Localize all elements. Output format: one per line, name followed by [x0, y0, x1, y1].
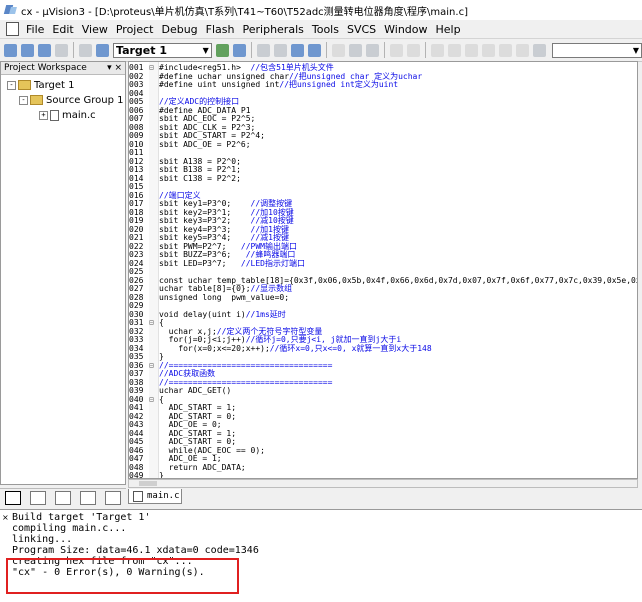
menu-file[interactable]: File — [22, 23, 48, 36]
bookmark-icon[interactable] — [464, 43, 478, 57]
output-line: Build target 'Target 1' — [12, 512, 151, 523]
build-icon[interactable] — [21, 43, 34, 57]
tree-item-label: main.c — [62, 109, 96, 121]
prev-bookmark-icon[interactable] — [481, 43, 495, 57]
open-file-icon[interactable] — [273, 43, 287, 57]
window-titlebar: cx - µVision3 - [D:\proteus\单片机仿真\T系列\T4… — [0, 0, 642, 20]
clear-bookmarks-icon[interactable] — [515, 43, 529, 57]
c-file-icon — [50, 109, 59, 121]
functions-tab-icon[interactable] — [80, 491, 97, 505]
project-workspace: Project Workspace ▾ × - Target 1 - Sourc… — [0, 61, 126, 485]
books-tab-icon[interactable] — [54, 491, 71, 505]
uvision-logo-icon — [5, 4, 17, 16]
file-tab-label: main.c — [147, 491, 180, 501]
registers-tab-icon[interactable] — [29, 491, 46, 505]
file-tab-main-c[interactable]: main.c — [128, 489, 182, 504]
scrollbar-thumb[interactable] — [139, 481, 157, 486]
output-line: Program Size: data=46.1 xdata=0 code=134… — [12, 545, 259, 556]
cut-icon[interactable] — [331, 43, 345, 57]
copy-icon[interactable] — [348, 43, 362, 57]
toolbar-separator — [325, 42, 327, 58]
target-select[interactable]: Target 1 ▼ — [113, 42, 212, 58]
new-file-icon[interactable] — [256, 43, 270, 57]
menu-debug[interactable]: Debug — [157, 23, 201, 36]
collapse-icon[interactable]: - — [7, 80, 16, 90]
target-folder-icon — [18, 80, 31, 90]
find-in-files-icon[interactable] — [532, 43, 546, 57]
collapse-icon[interactable]: - — [19, 95, 28, 105]
toolbar-separator — [73, 42, 74, 58]
editor-horizontal-scrollbar[interactable] — [128, 479, 638, 488]
file-icon — [133, 490, 143, 502]
redo-icon[interactable] — [406, 43, 420, 57]
workspace-tabs — [0, 488, 126, 507]
save-icon[interactable] — [290, 43, 304, 57]
output-line: linking... — [12, 534, 73, 545]
menu-view[interactable]: View — [78, 23, 112, 36]
highlight-box — [6, 558, 239, 594]
menu-help[interactable]: Help — [432, 23, 465, 36]
expand-icon[interactable]: + — [39, 110, 48, 120]
files-tab-icon[interactable] — [4, 491, 21, 505]
tree-item-target[interactable]: - Target 1 — [7, 78, 74, 92]
output-close-icon[interactable]: × — [2, 513, 9, 522]
undo-icon[interactable] — [389, 43, 403, 57]
templates-tab-icon[interactable] — [105, 491, 122, 505]
batch-build-icon[interactable] — [55, 43, 68, 57]
target-select-value: Target 1 — [116, 43, 168, 57]
chevron-down-icon: ▼ — [632, 45, 639, 55]
code-editor[interactable]: 001 ⊟ #include<reg51.h> //包含51单片机头文件 002 #de… — [128, 61, 638, 479]
menu-peripherals[interactable]: Peripherals — [239, 23, 308, 36]
menu-flash[interactable]: Flash — [202, 23, 239, 36]
rebuild-icon[interactable] — [38, 43, 51, 57]
stop-build-icon[interactable] — [79, 43, 92, 57]
menu-project[interactable]: Project — [112, 23, 158, 36]
find-select[interactable]: ▼ — [551, 42, 642, 58]
toolbar-separator — [383, 42, 385, 58]
workspace-close-icon[interactable]: ▾ × — [107, 63, 122, 73]
translate-icon[interactable] — [4, 43, 17, 57]
menu-edit[interactable]: Edit — [48, 23, 77, 36]
chevron-down-icon: ▼ — [202, 45, 209, 55]
code-text: } — [159, 471, 164, 479]
save-all-icon[interactable] — [307, 43, 321, 57]
manage-components-icon[interactable] — [232, 43, 246, 57]
next-bookmark-icon[interactable] — [498, 43, 512, 57]
indent-icon[interactable] — [430, 43, 444, 57]
tree-item-label: Source Group 1 — [46, 94, 124, 106]
document-icon[interactable] — [6, 22, 19, 36]
workspace-title: Project Workspace — [4, 63, 87, 73]
download-icon[interactable] — [96, 43, 109, 57]
tree-item-source-group[interactable]: - Source Group 1 — [19, 93, 124, 107]
line-number: 049 — [129, 471, 144, 479]
tree-item-label: Target 1 — [34, 79, 75, 91]
folder-icon — [30, 95, 43, 105]
tree-item-main-c[interactable]: + main.c — [39, 108, 96, 122]
toolbar-separator — [250, 42, 252, 58]
output-line: compiling main.c... — [12, 523, 127, 534]
toolbar: Target 1 ▼ ▼ — [0, 38, 642, 62]
paste-icon[interactable] — [365, 43, 379, 57]
workspace-header: Project Workspace ▾ × — [1, 62, 125, 75]
menu-window[interactable]: Window — [380, 23, 431, 36]
menu-tools[interactable]: Tools — [308, 23, 343, 36]
code-line[interactable]: 049} — [129, 471, 637, 479]
target-options-icon[interactable] — [215, 43, 229, 57]
toolbar-separator — [424, 42, 426, 58]
window-title: cx - µVision3 - [D:\proteus\单片机仿真\T系列\T4… — [21, 6, 468, 18]
menu-svcs[interactable]: SVCS — [343, 23, 380, 36]
unindent-icon[interactable] — [447, 43, 461, 57]
menu-bar: File Edit View Project Debug Flash Perip… — [0, 20, 642, 38]
